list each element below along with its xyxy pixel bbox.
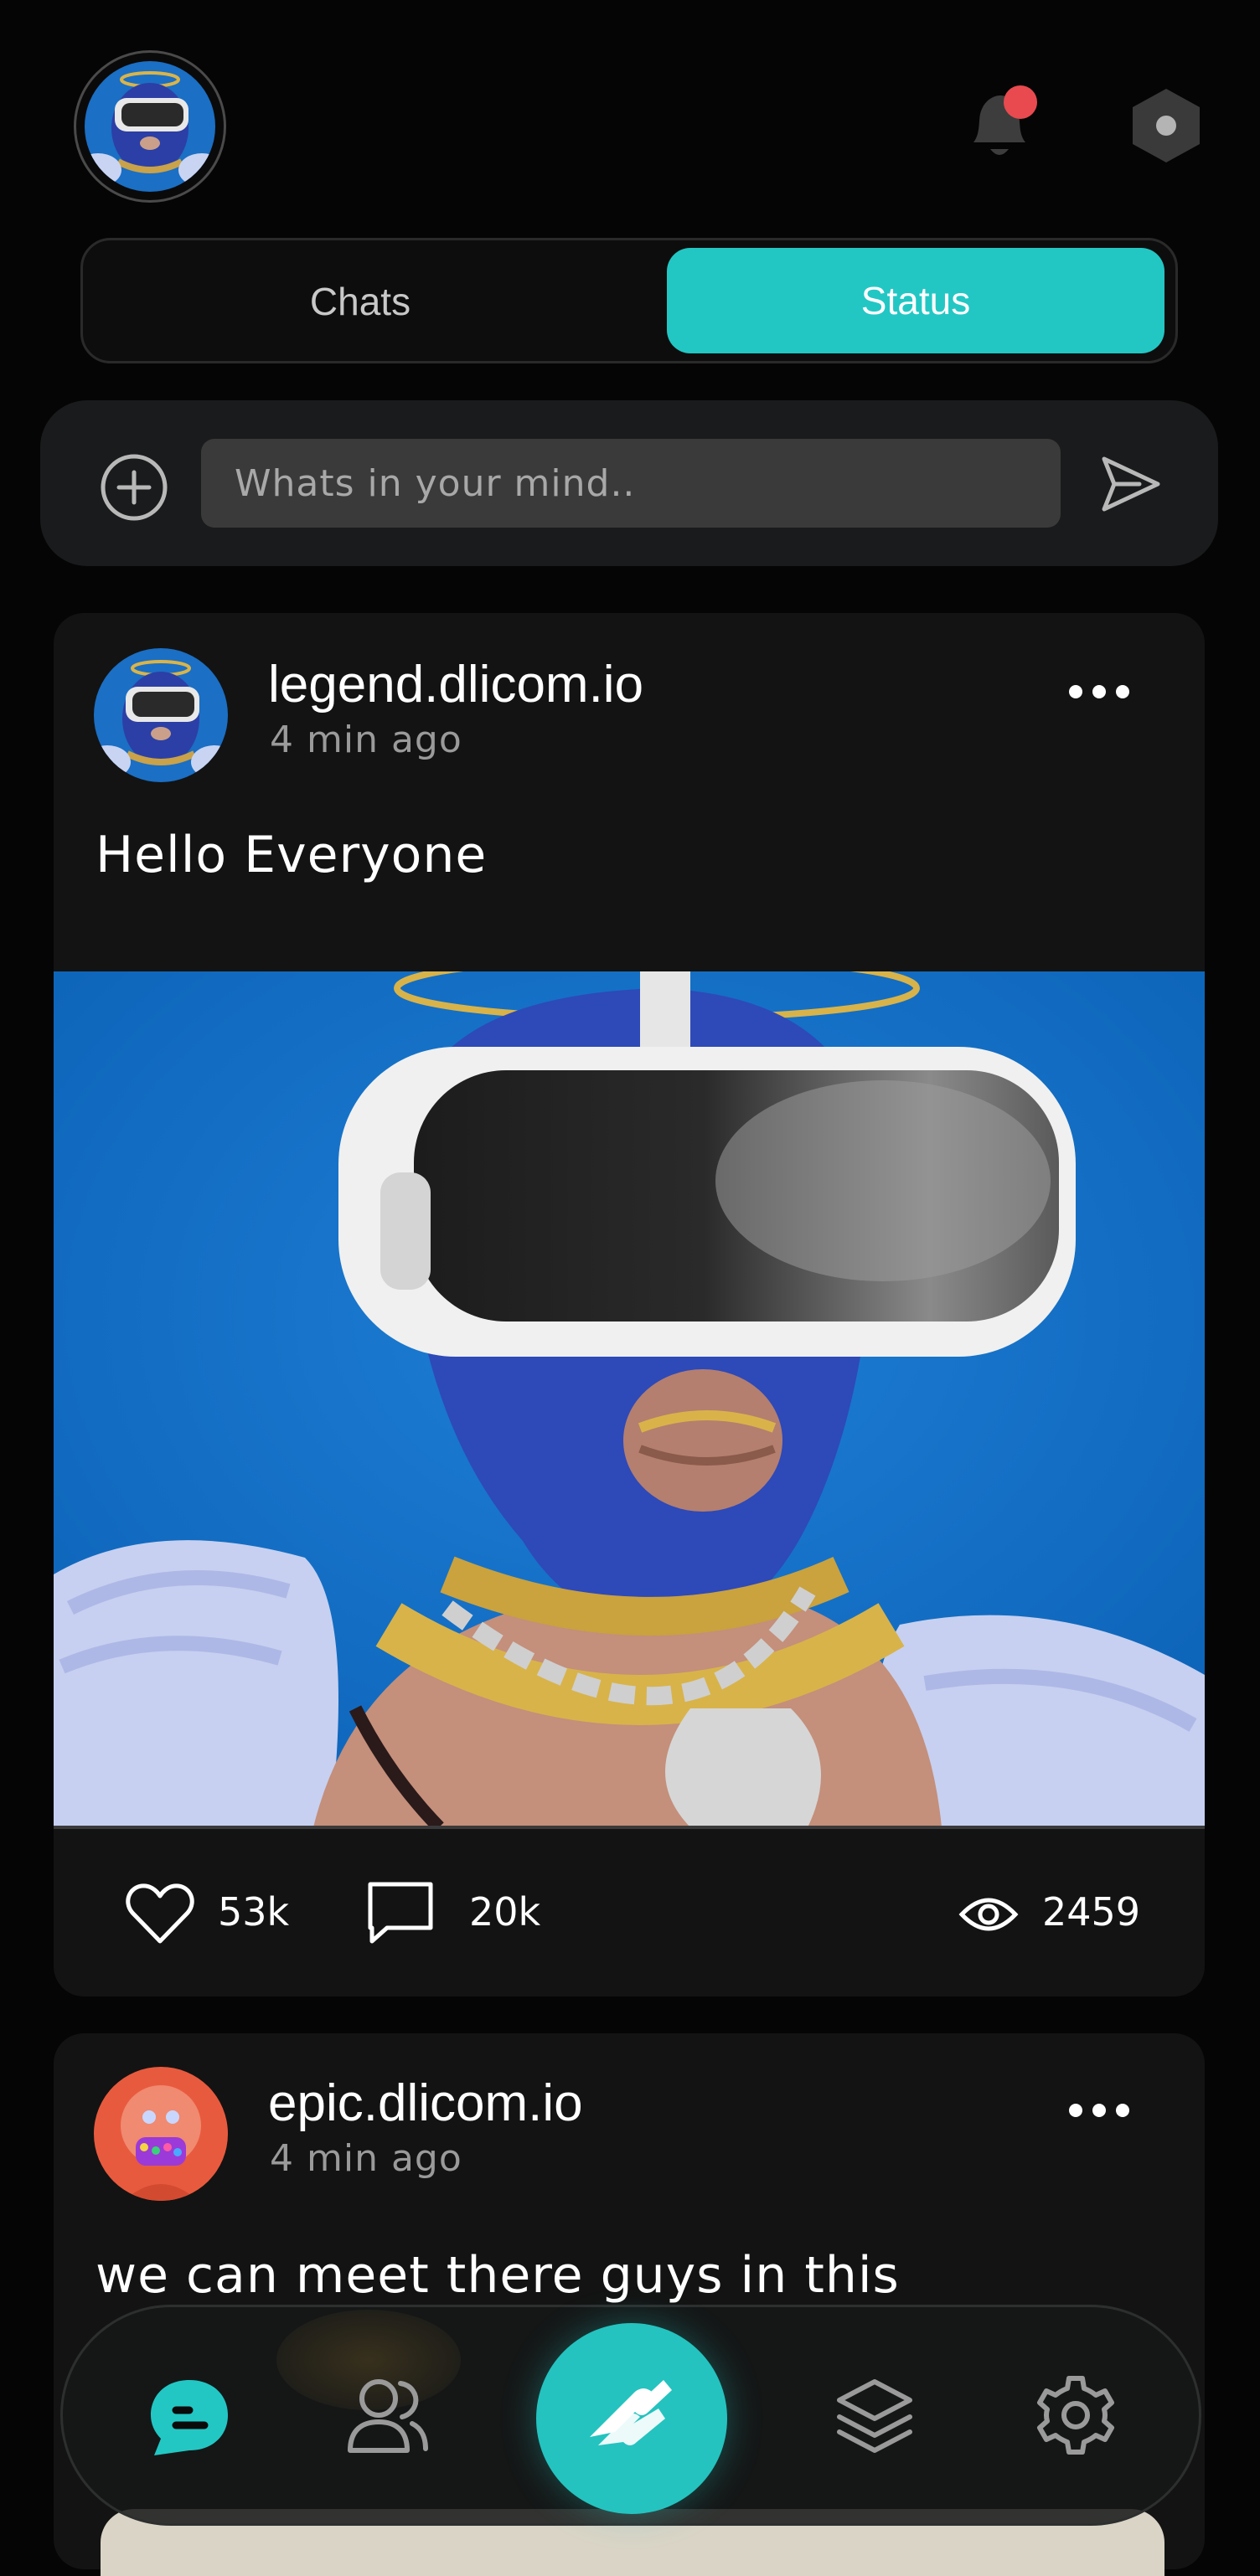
like-count: 53k [218,1889,290,1935]
tab-chats[interactable]: Chats [82,243,638,360]
comment-button[interactable] [365,1879,436,1946]
post-image[interactable] [54,971,1205,1827]
avatar-image [85,61,215,192]
send-icon [1102,456,1160,512]
send-button[interactable] [1097,452,1164,516]
nav-settings-button[interactable] [1034,2373,1118,2457]
profile-avatar[interactable] [74,50,226,203]
heart-icon [126,1883,194,1944]
add-media-button[interactable] [99,452,169,523]
nav-chats-button[interactable] [146,2375,233,2459]
tab-status[interactable]: Status [667,248,1164,353]
logo-icon [590,2380,672,2445]
like-button[interactable] [124,1881,196,1946]
people-icon [348,2379,428,2453]
eye-icon [958,1891,1019,1938]
post-time: 4 min ago [270,719,462,761]
post-text: Hello Everyone [96,826,488,884]
plus-circle-icon [101,454,168,521]
image-divider [54,1826,1205,1829]
chat-icon [151,2380,228,2455]
hexagon-icon [1133,89,1200,162]
nav-contacts-button[interactable] [345,2375,429,2455]
comment-count: 20k [469,1889,541,1935]
post-author-avatar[interactable] [94,648,228,782]
layers-icon [837,2379,912,2453]
post-author-avatar[interactable] [94,2067,228,2201]
nav-home-button[interactable] [536,2323,727,2514]
nav-layers-button[interactable] [834,2375,915,2455]
more-dots-icon [1069,685,1129,698]
post-more-button[interactable] [1064,677,1134,707]
status-input-box [201,439,1061,528]
post-text: we can meet there guys in this [96,2246,900,2305]
post-time: 4 min ago [270,2137,462,2180]
gear-icon [1037,2376,1114,2455]
post-more-button[interactable] [1064,2095,1134,2125]
post-username[interactable]: epic.dlicom.io [268,2074,583,2133]
notification-button[interactable] [962,84,1037,167]
notification-badge [1004,85,1037,119]
comment-icon [368,1882,433,1944]
post-username[interactable]: legend.dlicom.io [268,655,643,714]
view-count: 2459 [1042,1889,1141,1935]
bell-icon [973,85,1037,155]
status-input[interactable] [233,461,1061,506]
settings-hex-button[interactable] [1126,85,1206,166]
more-dots-icon [1069,2104,1129,2117]
